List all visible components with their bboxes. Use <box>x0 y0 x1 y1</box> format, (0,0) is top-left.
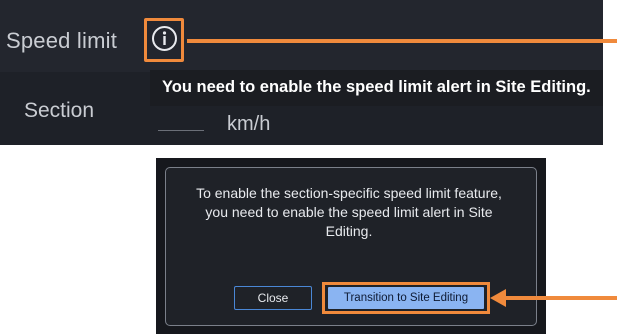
section-label: Section <box>24 99 95 122</box>
arrow-left-icon <box>490 289 617 307</box>
info-icon-highlight <box>144 18 184 62</box>
transition-button-highlight <box>322 282 490 314</box>
close-button[interactable]: Close <box>234 286 312 310</box>
callout-line <box>187 39 617 43</box>
dialog-message: To enable the section-specific speed lim… <box>196 185 502 239</box>
tooltip-text: You need to enable the speed limit alert… <box>162 78 591 96</box>
speed-limit-label: Speed limit <box>6 28 118 53</box>
unit-label: km/h <box>227 113 271 135</box>
screenshot-stage: Speed limit Section You need to enable t… <box>0 0 617 334</box>
speed-limit-input[interactable] <box>158 108 204 131</box>
